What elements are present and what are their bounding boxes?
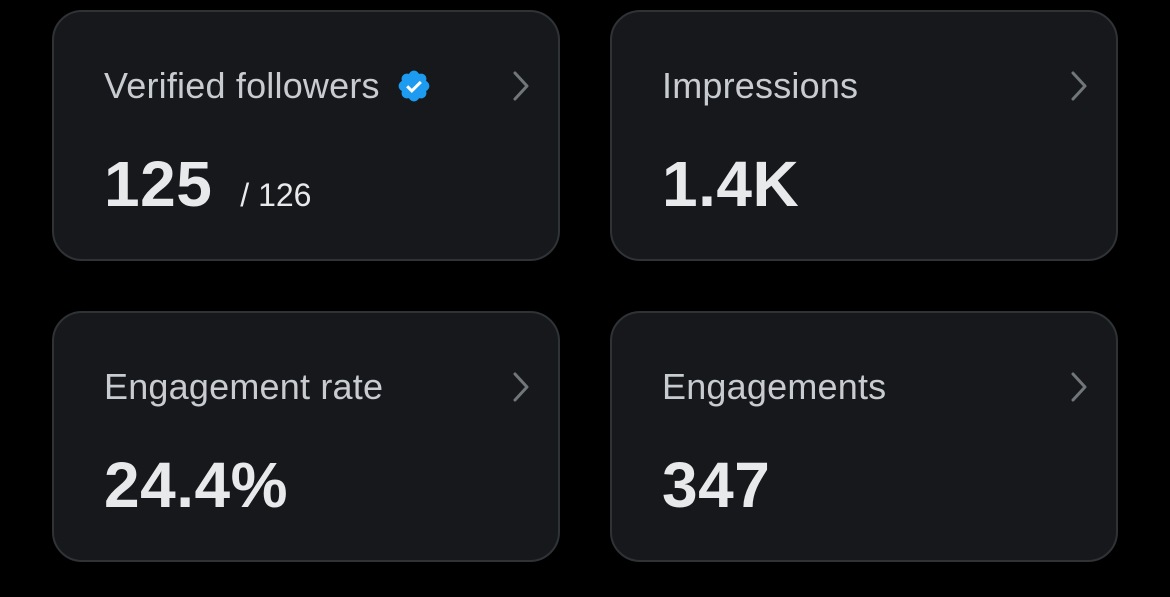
chevron-right-icon bbox=[1071, 71, 1087, 101]
verified-followers-value: 125 bbox=[104, 148, 213, 220]
total-followers-value: / 126 bbox=[240, 177, 312, 213]
verified-followers-label: Verified followers bbox=[104, 65, 380, 106]
card-title: Verified followers bbox=[104, 64, 432, 108]
card-title: Engagements bbox=[662, 365, 886, 409]
card-title: Impressions bbox=[662, 64, 858, 108]
engagements-card[interactable]: Engagements 347 bbox=[610, 311, 1118, 562]
analytics-metrics-grid: Verified followers 125 / 126 Impressions… bbox=[0, 0, 1170, 597]
value-row: 24.4% bbox=[104, 448, 288, 521]
chevron-right-icon bbox=[513, 71, 529, 101]
engagements-label: Engagements bbox=[662, 366, 887, 407]
value-row: 1.4K bbox=[662, 147, 799, 220]
engagements-value: 347 bbox=[662, 449, 771, 521]
impressions-value: 1.4K bbox=[662, 148, 800, 220]
impressions-label: Impressions bbox=[662, 65, 859, 106]
value-row: 125 / 126 bbox=[104, 147, 312, 220]
engagement-rate-value: 24.4% bbox=[104, 449, 288, 521]
verified-followers-card[interactable]: Verified followers 125 / 126 bbox=[52, 10, 560, 261]
verified-badge-icon bbox=[398, 70, 430, 102]
engagement-rate-card[interactable]: Engagement rate 24.4% bbox=[52, 311, 560, 562]
chevron-right-icon bbox=[1071, 372, 1087, 402]
impressions-card[interactable]: Impressions 1.4K bbox=[610, 10, 1118, 261]
engagement-rate-label: Engagement rate bbox=[104, 366, 384, 407]
card-title: Engagement rate bbox=[104, 365, 383, 409]
chevron-right-icon bbox=[513, 372, 529, 402]
value-row: 347 bbox=[662, 448, 770, 521]
